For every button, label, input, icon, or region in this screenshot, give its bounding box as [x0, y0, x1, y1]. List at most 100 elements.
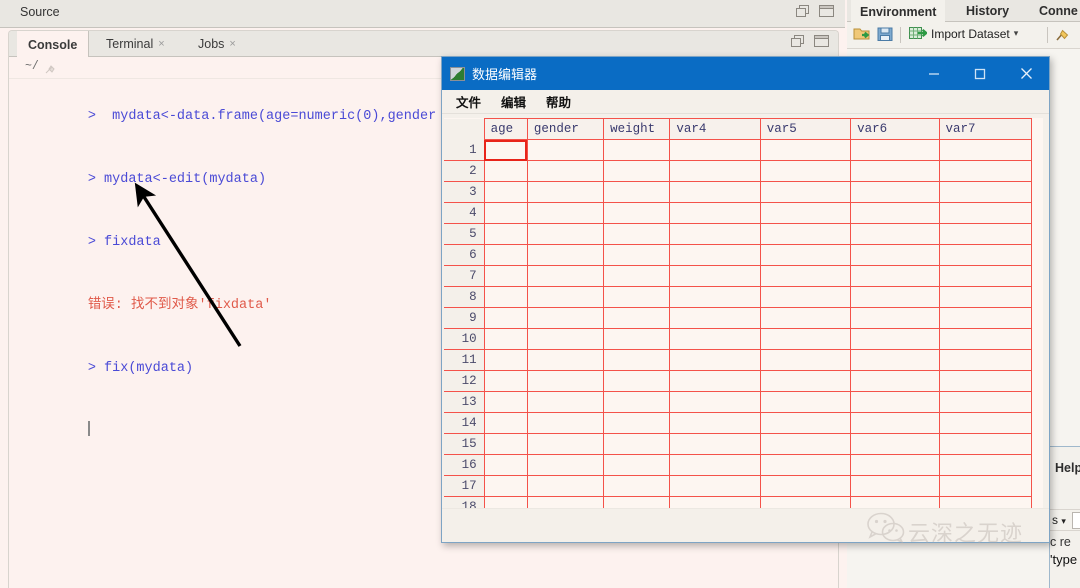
grid-cell[interactable]: [483, 223, 528, 245]
grid-cell[interactable]: [603, 202, 671, 224]
menu-help[interactable]: 帮助: [546, 92, 571, 111]
grid-cell[interactable]: [938, 412, 1033, 434]
grid-cell[interactable]: [603, 475, 671, 497]
table-row[interactable]: 16: [444, 454, 1033, 476]
grid-cell[interactable]: [938, 328, 1033, 350]
grid-cell[interactable]: [603, 328, 671, 350]
grid-cell[interactable]: [850, 433, 940, 455]
table-row[interactable]: 6: [444, 244, 1033, 266]
grid-cell[interactable]: [759, 349, 852, 371]
column-header-gender[interactable]: gender: [526, 118, 605, 140]
grid-cell[interactable]: [759, 412, 852, 434]
broom-icon[interactable]: [45, 62, 57, 74]
grid-cell[interactable]: [669, 139, 761, 161]
row-header[interactable]: 8: [444, 286, 485, 308]
table-row[interactable]: 4: [444, 202, 1033, 224]
table-row[interactable]: 14: [444, 412, 1033, 434]
grid-cell[interactable]: [483, 265, 528, 287]
grid-cell[interactable]: [603, 286, 671, 308]
column-header-age[interactable]: age: [483, 118, 528, 140]
grid-cell[interactable]: [483, 349, 528, 371]
grid-cell[interactable]: [938, 307, 1033, 329]
row-header[interactable]: 4: [444, 202, 485, 224]
row-header[interactable]: 16: [444, 454, 485, 476]
row-header[interactable]: 1: [444, 139, 485, 161]
grid-cell[interactable]: [483, 244, 528, 266]
table-row[interactable]: 3: [444, 181, 1033, 203]
grid-cell[interactable]: [938, 202, 1033, 224]
grid-cell[interactable]: [526, 181, 605, 203]
grid-cell[interactable]: [759, 454, 852, 476]
tab-history[interactable]: History: [957, 0, 1018, 22]
row-header[interactable]: 10: [444, 328, 485, 350]
grid-cell[interactable]: [526, 454, 605, 476]
grid-cell[interactable]: [938, 475, 1033, 497]
grid-cell[interactable]: [938, 391, 1033, 413]
table-row[interactable]: 13: [444, 391, 1033, 413]
grid-cell[interactable]: [526, 433, 605, 455]
row-header[interactable]: 2: [444, 160, 485, 182]
grid-cell[interactable]: [526, 286, 605, 308]
column-header-weight[interactable]: weight: [603, 118, 671, 140]
column-header-var5[interactable]: var5: [759, 118, 852, 140]
grid-cell[interactable]: [483, 370, 528, 392]
tab-environment[interactable]: Environment: [851, 0, 946, 23]
tab-help[interactable]: Help: [1055, 461, 1080, 475]
grid-cell[interactable]: [603, 139, 671, 161]
grid-cell[interactable]: [603, 160, 671, 182]
row-header[interactable]: 17: [444, 475, 485, 497]
grid-cell[interactable]: [483, 286, 528, 308]
grid-cell[interactable]: [669, 370, 761, 392]
grid-cell[interactable]: [483, 391, 528, 413]
grid-cell[interactable]: [603, 223, 671, 245]
broom-icon[interactable]: [1055, 26, 1071, 42]
row-header[interactable]: 7: [444, 265, 485, 287]
grid-cell[interactable]: [603, 244, 671, 266]
grid-cell[interactable]: [483, 181, 528, 203]
grid-cell[interactable]: [850, 454, 940, 476]
restore-down-icon[interactable]: [791, 35, 807, 48]
close-icon[interactable]: ×: [229, 38, 235, 50]
column-header-var4[interactable]: var4: [669, 118, 761, 140]
grid-cell[interactable]: [938, 370, 1033, 392]
grid-cell[interactable]: [850, 328, 940, 350]
grid-cell[interactable]: [483, 160, 528, 182]
grid-cell[interactable]: [850, 265, 940, 287]
grid-cell[interactable]: [938, 286, 1033, 308]
table-row[interactable]: 8: [444, 286, 1033, 308]
data-editor-grid-wrapper[interactable]: age gender weight var4 var5 var6 var7 12345678…: [444, 118, 1043, 533]
grid-cell[interactable]: [938, 433, 1033, 455]
minimize-icon[interactable]: [911, 57, 957, 90]
grid-cell[interactable]: [526, 370, 605, 392]
grid-cell[interactable]: [759, 391, 852, 413]
table-row[interactable]: 10: [444, 328, 1033, 350]
grid-cell[interactable]: [526, 244, 605, 266]
maximize-icon[interactable]: [819, 5, 835, 18]
grid-cell[interactable]: [850, 307, 940, 329]
grid-cell[interactable]: [850, 370, 940, 392]
close-icon[interactable]: ×: [158, 38, 164, 50]
grid-cell[interactable]: [938, 139, 1033, 161]
grid-cell[interactable]: [483, 412, 528, 434]
grid-cell[interactable]: [759, 433, 852, 455]
grid-cell[interactable]: [669, 223, 761, 245]
grid-cell[interactable]: [526, 349, 605, 371]
row-header[interactable]: 6: [444, 244, 485, 266]
grid-cell[interactable]: [850, 181, 940, 203]
grid-cell[interactable]: [850, 412, 940, 434]
column-header-var6[interactable]: var6: [850, 118, 940, 140]
grid-cell[interactable]: [669, 307, 761, 329]
menu-edit[interactable]: 编辑: [501, 92, 526, 111]
grid-cell[interactable]: [669, 265, 761, 287]
grid-cell[interactable]: [603, 181, 671, 203]
row-header[interactable]: 15: [444, 433, 485, 455]
grid-cell[interactable]: [603, 307, 671, 329]
grid-cell[interactable]: [483, 433, 528, 455]
grid-cell[interactable]: [526, 202, 605, 224]
grid-cell[interactable]: [850, 223, 940, 245]
grid-cell[interactable]: [526, 223, 605, 245]
menu-file[interactable]: 文件: [456, 92, 481, 111]
grid-cell[interactable]: [850, 139, 940, 161]
grid-cell[interactable]: [603, 412, 671, 434]
row-header[interactable]: 12: [444, 370, 485, 392]
